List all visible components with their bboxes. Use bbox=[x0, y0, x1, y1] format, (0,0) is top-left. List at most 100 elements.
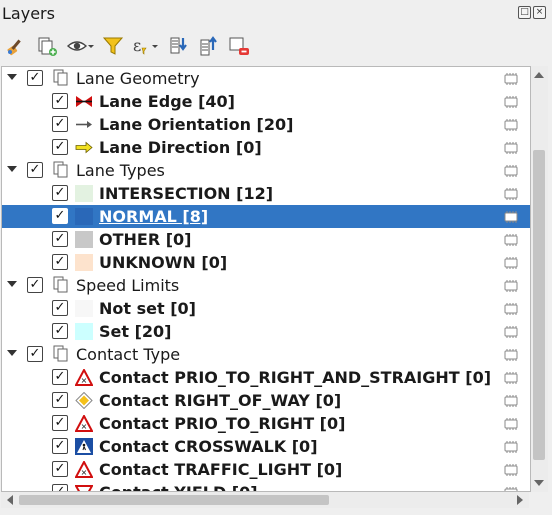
layer-group-row[interactable]: ✓ Lane Geometry bbox=[2, 67, 530, 90]
layer-label: Contact TRAFFIC_LIGHT [0] bbox=[99, 460, 343, 479]
layer-legend-icon[interactable] bbox=[503, 186, 519, 200]
visibility-checkbox[interactable]: ✓ bbox=[52, 461, 68, 477]
expand-arrow-icon[interactable] bbox=[7, 166, 17, 172]
layer-legend-icon[interactable] bbox=[503, 439, 519, 453]
panel-title: Layers bbox=[2, 4, 55, 23]
collapse-all-button[interactable] bbox=[196, 33, 222, 59]
layer-legend-icon[interactable] bbox=[503, 370, 519, 384]
visibility-button[interactable] bbox=[64, 33, 96, 59]
layer-row[interactable]: ✓ × Contact TRAFFIC_LIGHT [0] bbox=[2, 458, 530, 481]
visibility-checkbox[interactable]: ✓ bbox=[52, 139, 68, 155]
layer-legend-icon[interactable] bbox=[503, 255, 519, 269]
horizontal-scrollbar[interactable] bbox=[1, 492, 529, 508]
visibility-checkbox[interactable]: ✓ bbox=[27, 70, 43, 86]
layer-legend-icon[interactable] bbox=[503, 485, 519, 491]
layer-legend-icon[interactable] bbox=[503, 163, 519, 177]
fill-symbol-icon bbox=[75, 254, 93, 271]
layer-row[interactable]: ✓ Set [20] bbox=[2, 320, 530, 343]
layer-legend-icon[interactable] bbox=[503, 462, 519, 476]
layer-label: Contact PRIO_TO_RIGHT_AND_STRAIGHT [0] bbox=[99, 368, 492, 387]
visibility-eye-icon bbox=[66, 41, 94, 51]
horizontal-scroll-thumb[interactable] bbox=[19, 495, 329, 505]
scroll-down-arrow[interactable] bbox=[534, 480, 544, 486]
scroll-right-arrow[interactable] bbox=[517, 495, 523, 505]
layer-row[interactable]: ✓ Lane Direction [0] bbox=[2, 136, 530, 159]
layer-label: Set [20] bbox=[99, 322, 172, 341]
title-buttons: □ × bbox=[518, 6, 546, 19]
visibility-checkbox[interactable]: ✓ bbox=[52, 484, 68, 491]
visibility-checkbox[interactable]: ✓ bbox=[52, 93, 68, 109]
visibility-checkbox[interactable]: ✓ bbox=[52, 231, 68, 247]
layer-group-row[interactable]: ✓ Contact Type bbox=[2, 343, 530, 366]
layer-row[interactable]: ✓ Contact YIELD [0] bbox=[2, 481, 530, 491]
layer-row[interactable]: ✓ × Contact PRIO_TO_RIGHT [0] bbox=[2, 412, 530, 435]
layer-legend-icon[interactable] bbox=[503, 232, 519, 246]
visibility-checkbox[interactable]: ✓ bbox=[52, 116, 68, 132]
svg-text:×: × bbox=[81, 422, 88, 431]
visibility-checkbox[interactable]: ✓ bbox=[52, 300, 68, 316]
layer-row[interactable]: ✓ Contact RIGHT_OF_WAY [0] bbox=[2, 389, 530, 412]
svg-text:ε: ε bbox=[133, 36, 141, 55]
scroll-up-arrow[interactable] bbox=[534, 72, 544, 78]
layer-row[interactable]: ✓ INTERSECTION [12] bbox=[2, 182, 530, 205]
visibility-checkbox[interactable]: ✓ bbox=[52, 323, 68, 339]
layer-row[interactable]: ✓ UNKNOWN [0] bbox=[2, 251, 530, 274]
crosswalk-symbol-icon bbox=[75, 438, 93, 455]
visibility-checkbox[interactable]: ✓ bbox=[52, 254, 68, 270]
layer-row[interactable]: ✓ NORMAL [8] bbox=[2, 205, 530, 228]
filter-button[interactable] bbox=[100, 33, 126, 59]
layer-label: Lane Direction [0] bbox=[99, 138, 262, 157]
layer-row[interactable]: ✓ Lane Edge [40] bbox=[2, 90, 530, 113]
layer-legend-icon[interactable] bbox=[503, 209, 519, 223]
layer-legend-icon[interactable] bbox=[503, 347, 519, 361]
expression-filter-button[interactable]: ε bbox=[130, 33, 162, 59]
visibility-checkbox[interactable]: ✓ bbox=[27, 277, 43, 293]
expand-arrow-icon[interactable] bbox=[7, 350, 17, 356]
visibility-checkbox[interactable]: ✓ bbox=[52, 185, 68, 201]
vertical-scrollbar[interactable] bbox=[531, 66, 548, 492]
float-panel-button[interactable]: □ bbox=[518, 6, 531, 19]
layer-row[interactable]: ✓ OTHER [0] bbox=[2, 228, 530, 251]
layer-legend-icon[interactable] bbox=[503, 324, 519, 338]
expand-all-button[interactable] bbox=[166, 33, 192, 59]
visibility-checkbox[interactable]: ✓ bbox=[52, 208, 68, 224]
layer-legend-icon[interactable] bbox=[503, 301, 519, 315]
orientation-symbol-icon bbox=[75, 116, 93, 133]
scroll-thumb[interactable] bbox=[533, 150, 545, 460]
add-group-button[interactable] bbox=[34, 33, 60, 59]
remove-layer-button[interactable] bbox=[226, 33, 252, 59]
layers-toolbar: ε bbox=[0, 30, 552, 62]
visibility-checkbox[interactable]: ✓ bbox=[52, 392, 68, 408]
visibility-checkbox[interactable]: ✓ bbox=[27, 346, 43, 362]
expand-arrow-icon[interactable] bbox=[7, 74, 17, 80]
layer-legend-icon[interactable] bbox=[503, 117, 519, 131]
visibility-checkbox[interactable]: ✓ bbox=[52, 369, 68, 385]
layer-row[interactable]: ✓ Lane Orientation [20] bbox=[2, 113, 530, 136]
layer-legend-icon[interactable] bbox=[503, 278, 519, 292]
layer-label: INTERSECTION [12] bbox=[99, 184, 274, 203]
close-panel-button[interactable]: × bbox=[533, 6, 546, 19]
layer-legend-icon[interactable] bbox=[503, 140, 519, 154]
layer-row[interactable]: ✓ Not set [0] bbox=[2, 297, 530, 320]
visibility-checkbox[interactable]: ✓ bbox=[52, 415, 68, 431]
layer-row[interactable]: ✓ Contact CROSSWALK [0] bbox=[2, 435, 530, 458]
panel-titlebar: Layers □ × bbox=[0, 0, 552, 30]
warning-symbol-icon: × bbox=[74, 413, 94, 432]
layer-legend-icon[interactable] bbox=[503, 71, 519, 85]
collapse-all-icon bbox=[200, 36, 217, 56]
scroll-left-arrow[interactable] bbox=[7, 495, 13, 505]
layer-label: Lane Orientation [20] bbox=[99, 115, 294, 134]
visibility-checkbox[interactable]: ✓ bbox=[27, 162, 43, 178]
layer-row[interactable]: ✓ × Contact PRIO_TO_RIGHT_AND_STRAIGHT [0] bbox=[2, 366, 530, 389]
expand-all-icon bbox=[170, 37, 187, 54]
layer-group-row[interactable]: ✓ Lane Types bbox=[2, 159, 530, 182]
layer-legend-icon[interactable] bbox=[503, 393, 519, 407]
style-paint-button[interactable] bbox=[4, 33, 30, 59]
visibility-checkbox[interactable]: ✓ bbox=[52, 438, 68, 454]
expand-arrow-icon[interactable] bbox=[7, 281, 17, 287]
layer-legend-icon[interactable] bbox=[503, 94, 519, 108]
layer-group-row[interactable]: ✓ Speed Limits bbox=[2, 274, 530, 297]
layer-legend-icon[interactable] bbox=[503, 416, 519, 430]
layer-tree[interactable]: ✓ Lane Geometry ✓ Lane Edge [40] ✓ Lane Orien… bbox=[1, 66, 531, 492]
layer-group-icon bbox=[53, 69, 69, 87]
